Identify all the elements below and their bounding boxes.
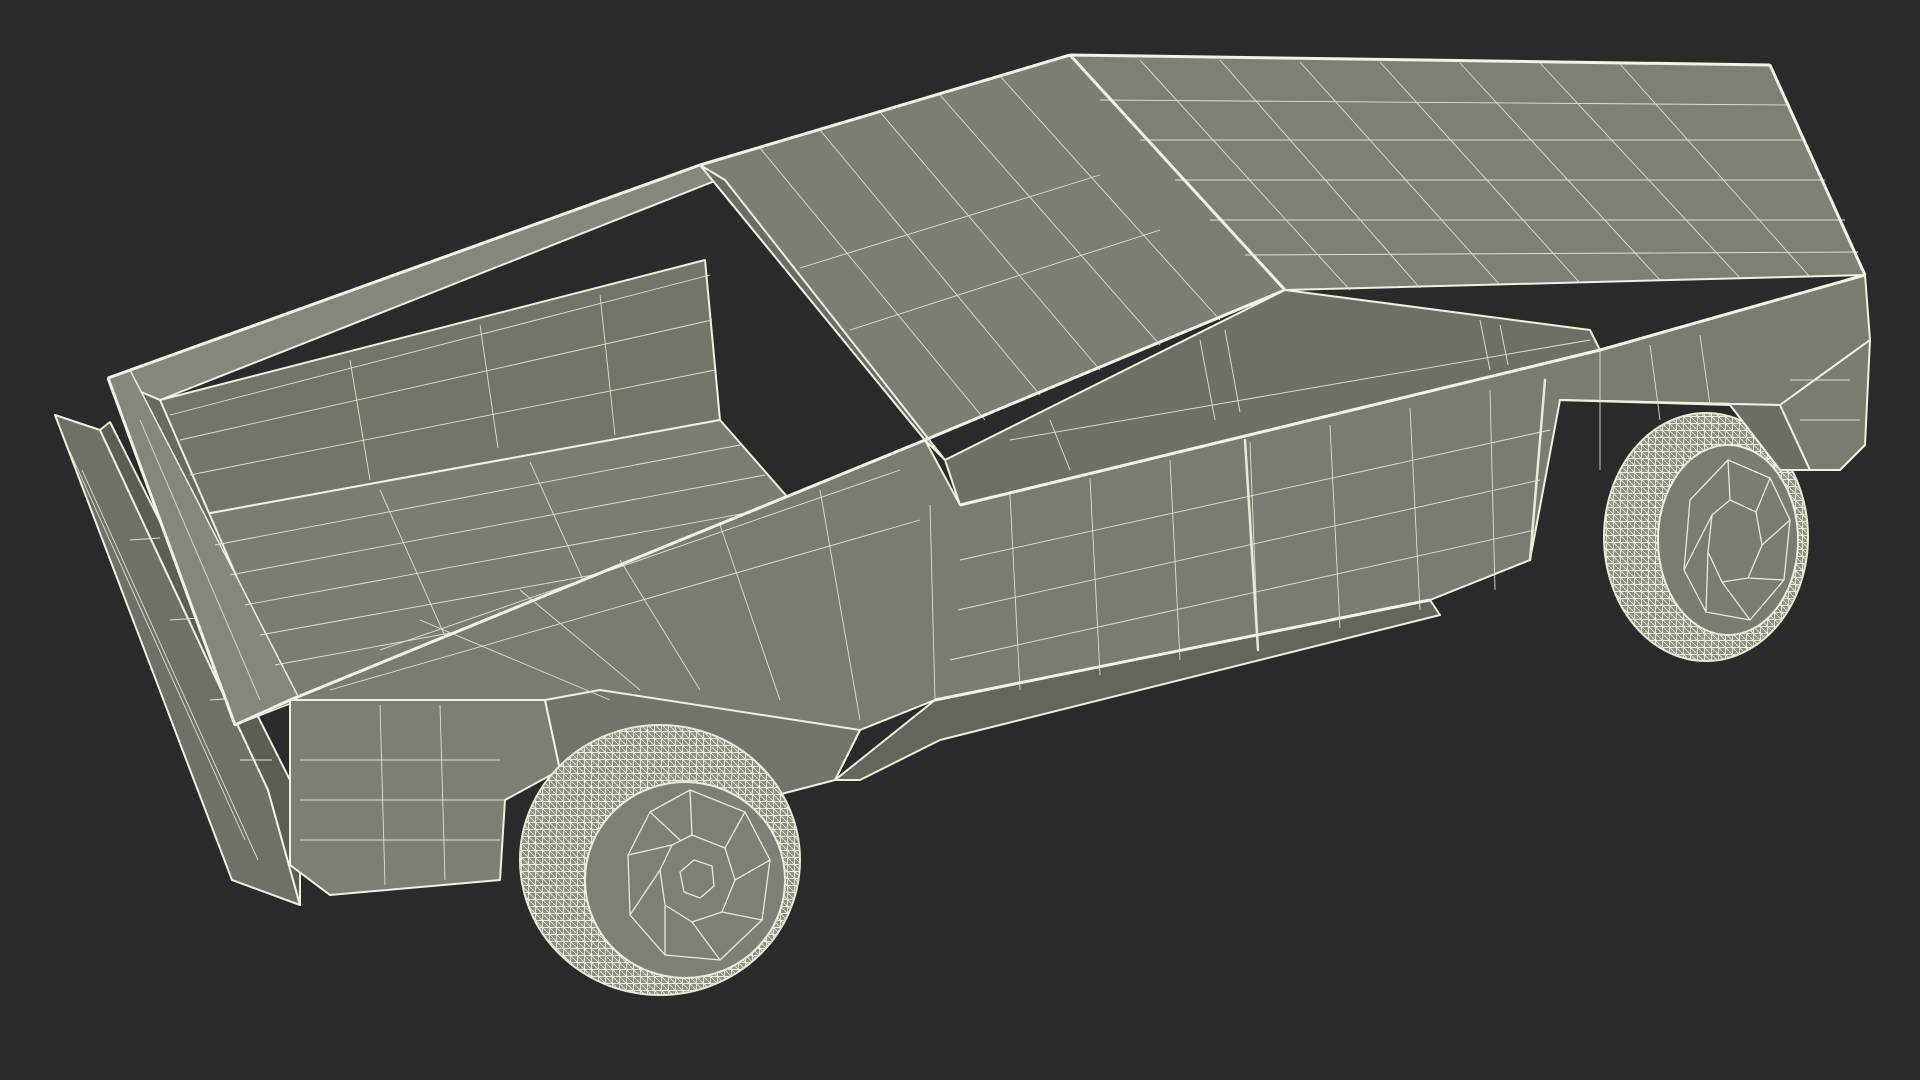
render-viewport [0,0,1920,1080]
wireframe-truck-render [54,53,1871,996]
rear-left-wheel [519,724,801,996]
